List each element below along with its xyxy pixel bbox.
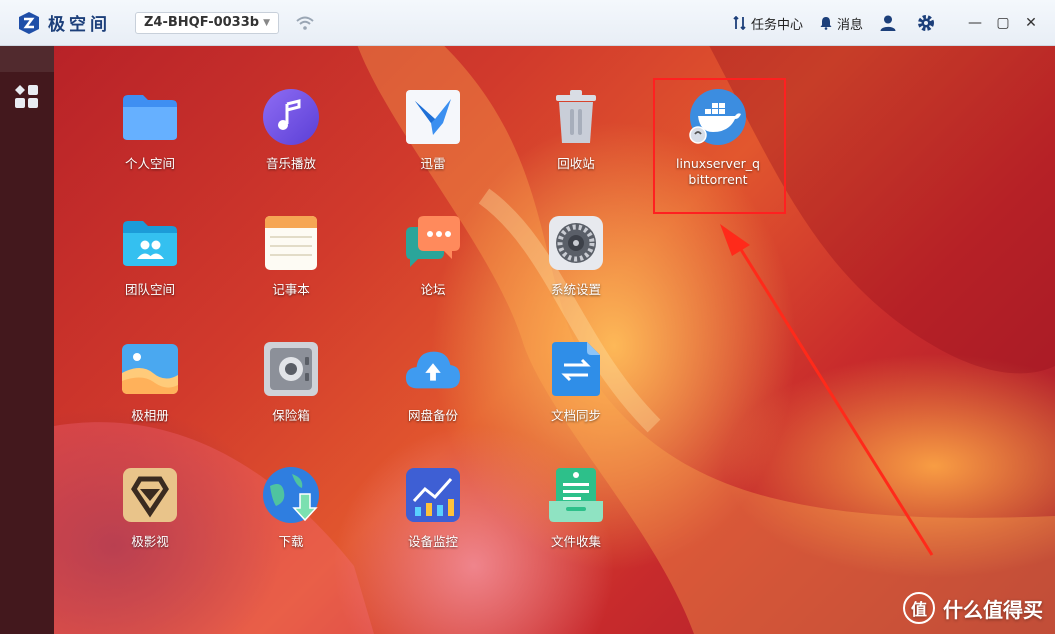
chart-monitor-icon — [404, 466, 462, 524]
watermark-badge: 值 — [903, 592, 935, 624]
team-folder-icon — [121, 214, 179, 272]
logo-icon — [19, 11, 39, 34]
wifi-icon — [296, 16, 314, 30]
forum-chat-icon — [404, 214, 462, 272]
trash-icon — [547, 88, 605, 146]
app-label: 设备监控 — [407, 534, 458, 549]
app-label: 团队空间 — [124, 282, 175, 297]
close-icon: ✕ — [1025, 15, 1037, 31]
app-label: 保险箱 — [272, 408, 310, 423]
app-download[interactable]: 下载 — [236, 466, 346, 576]
photo-album-icon — [121, 340, 179, 398]
minimize-icon: — — [968, 15, 982, 31]
close-button[interactable]: ✕ — [1017, 9, 1045, 37]
app-label: 迅雷 — [420, 156, 446, 171]
device-selector[interactable]: Z4-BHQF-0033b ▼ — [135, 11, 279, 34]
folder-icon — [121, 88, 179, 146]
device-name: Z4-BHQF-0033b — [144, 15, 260, 30]
cloud-upload-icon — [404, 340, 462, 398]
title-bar: 极空间 Z4-BHQF-0033b ▼ 任务中心 消息 — ▢ ✕ — [0, 0, 1055, 46]
app-label: 文档同步 — [550, 408, 601, 423]
user-icon — [880, 15, 896, 31]
sidebar — [0, 46, 54, 634]
bell-icon — [820, 17, 832, 30]
gear-icon — [547, 214, 605, 272]
task-center-icon — [733, 16, 746, 30]
sidebar-top — [0, 46, 54, 72]
minimize-button[interactable]: — — [961, 9, 989, 37]
app-label: 文件收集 — [550, 534, 601, 549]
thunder-bird-icon — [404, 88, 462, 146]
task-center-label: 任务中心 — [750, 17, 803, 33]
sync-icon — [547, 340, 605, 398]
app-label: 回收站 — [557, 156, 595, 171]
app-label: 记事本 — [272, 282, 310, 297]
app-photo-album[interactable]: 极相册 — [95, 340, 205, 450]
user-button[interactable] — [879, 14, 901, 32]
app-system-settings[interactable]: 系统设置 — [521, 214, 631, 324]
settings-button[interactable] — [917, 14, 939, 32]
app-recycle-bin[interactable]: 回收站 — [521, 88, 631, 198]
messages-label: 消息 — [836, 17, 863, 33]
app-label: 论坛 — [420, 282, 446, 297]
notepad-icon — [262, 214, 320, 272]
app-notepad[interactable]: 记事本 — [236, 214, 346, 324]
app-device-monitor[interactable]: 设备监控 — [378, 466, 488, 576]
app-label: 下载 — [278, 534, 304, 549]
gear-icon — [918, 15, 934, 31]
app-label: 极相册 — [131, 408, 169, 423]
app-personal-space[interactable]: 个人空间 — [95, 88, 205, 198]
app-cloud-backup[interactable]: 网盘备份 — [378, 340, 488, 450]
app-label: 极影视 — [131, 534, 169, 549]
app-grid-icon[interactable] — [14, 84, 40, 110]
safe-icon — [262, 340, 320, 398]
app-music-player[interactable]: 音乐播放 — [236, 88, 346, 198]
video-icon — [121, 466, 179, 524]
app-file-collect[interactable]: 文件收集 — [521, 466, 631, 576]
task-center-button[interactable]: 任务中心 — [733, 14, 803, 33]
messages-button[interactable]: 消息 — [819, 14, 863, 33]
app-label: 网盘备份 — [407, 408, 458, 423]
app-label: 系统设置 — [550, 282, 601, 297]
app-video[interactable]: 极影视 — [95, 466, 205, 576]
app-team-space[interactable]: 团队空间 — [95, 214, 205, 324]
app-logo: 极空间 — [18, 10, 111, 35]
app-label: 音乐播放 — [265, 156, 316, 171]
app-title: 极空间 — [48, 15, 111, 35]
app-label: 个人空间 — [124, 156, 175, 171]
file-collect-icon — [547, 466, 605, 524]
watermark: 值 什么值得买 — [903, 592, 1043, 624]
maximize-button[interactable]: ▢ — [989, 9, 1017, 37]
watermark-text: 什么值得买 — [943, 597, 1043, 622]
annotation-highlight-box — [653, 78, 786, 214]
app-doc-sync[interactable]: 文档同步 — [521, 340, 631, 450]
app-safe[interactable]: 保险箱 — [236, 340, 346, 450]
maximize-icon: ▢ — [996, 15, 1010, 31]
chevron-down-icon: ▼ — [263, 17, 270, 28]
download-globe-icon — [262, 466, 320, 524]
music-icon — [262, 88, 320, 146]
app-forum[interactable]: 论坛 — [378, 214, 488, 324]
app-thunder[interactable]: 迅雷 — [378, 88, 488, 198]
